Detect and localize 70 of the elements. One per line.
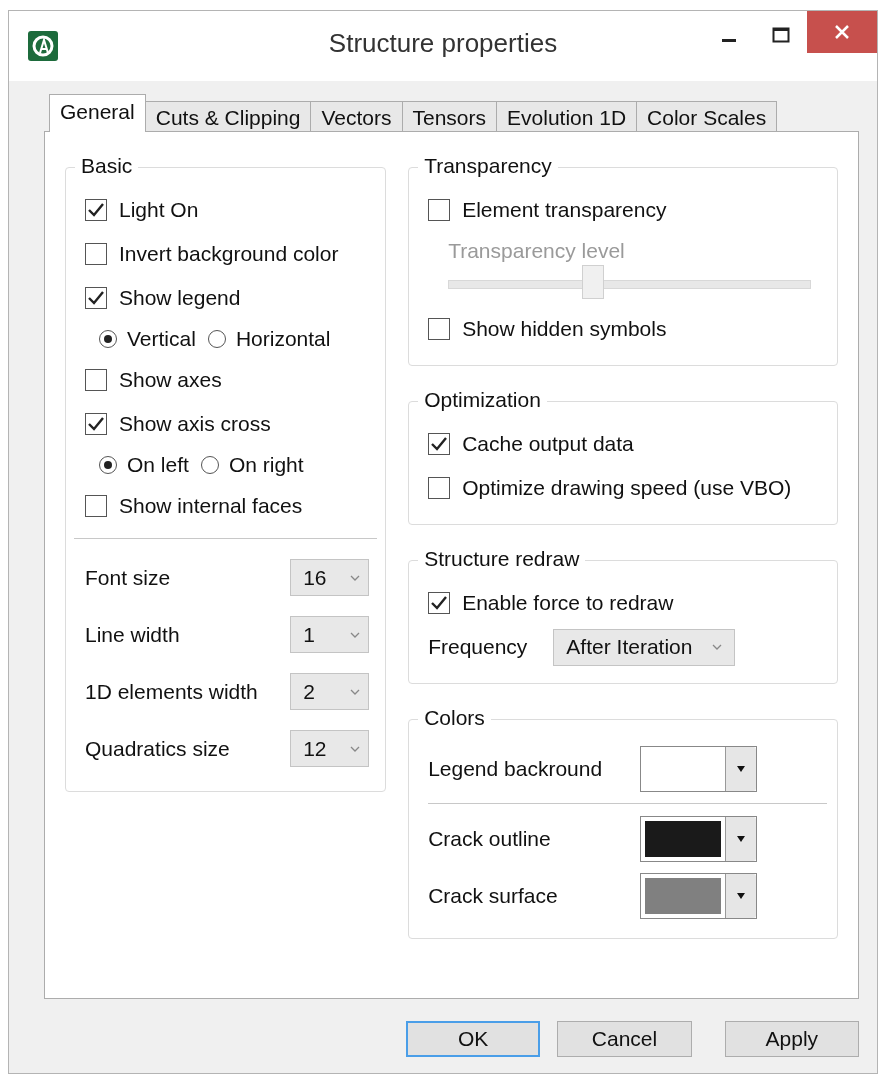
minimize-icon: [722, 38, 736, 42]
checkbox-label[interactable]: Show internal faces: [119, 494, 303, 518]
radio-label[interactable]: On right: [228, 453, 304, 477]
close-button[interactable]: [807, 11, 877, 53]
radio-label[interactable]: On left: [127, 453, 189, 477]
tab[interactable]: Cuts & Clipping: [144, 101, 312, 131]
dialog-button[interactable]: OK: [406, 1021, 541, 1057]
checkbox[interactable]: [428, 199, 451, 221]
slider-label: Transparency level: [448, 238, 626, 264]
caret-icon: [736, 835, 747, 842]
checkbox-label[interactable]: Show axes: [119, 368, 222, 392]
maximize-icon: [772, 27, 790, 43]
dropdown[interactable]: 12: [290, 730, 370, 767]
checkbox[interactable]: [85, 243, 107, 265]
dialog-button[interactable]: Cancel: [557, 1021, 692, 1057]
tab[interactable]: Tensors: [401, 101, 498, 131]
radio-button[interactable]: [207, 330, 226, 348]
tab[interactable]: Vectors: [310, 101, 403, 131]
color-picker[interactable]: [640, 745, 758, 792]
dropdown[interactable]: 1: [290, 616, 370, 653]
close-icon: [834, 24, 850, 40]
caret-icon: [736, 892, 747, 899]
radio-button[interactable]: [200, 456, 219, 474]
radio-label[interactable]: Horizontal: [235, 327, 331, 351]
caret-icon: [350, 631, 361, 638]
checkbox[interactable]: [428, 592, 451, 614]
checkbox[interactable]: [85, 495, 107, 517]
caret-icon: [736, 765, 747, 772]
color-picker[interactable]: [640, 815, 758, 862]
color-picker[interactable]: [640, 872, 758, 919]
checkbox-label[interactable]: Show legend: [119, 286, 241, 310]
tab[interactable]: Evolution 1D: [496, 101, 638, 131]
field-label: Quadratics size: [85, 736, 230, 761]
field-label: Legend backround: [428, 756, 604, 781]
checkbox-label[interactable]: Light On: [119, 198, 199, 222]
checkbox[interactable]: [428, 477, 451, 499]
caret-icon: [350, 688, 361, 695]
radio-button[interactable]: [99, 456, 117, 474]
dropdown[interactable]: 2: [290, 673, 370, 710]
field-label: Crack outline: [428, 826, 552, 851]
field-label: Frequency: [428, 635, 528, 659]
dialog-button[interactable]: Apply: [724, 1021, 859, 1057]
caret-icon: [350, 574, 361, 581]
checkbox[interactable]: [428, 318, 451, 340]
checkbox[interactable]: [85, 413, 107, 435]
checkbox[interactable]: [85, 369, 107, 391]
dropdown[interactable]: 16: [290, 559, 370, 596]
tab[interactable]: Color Scales: [636, 101, 778, 131]
checkbox-label[interactable]: Optimize drawing speed (use VBO): [462, 476, 792, 500]
caret-icon: [712, 644, 723, 650]
app-icon: [28, 31, 58, 61]
window-title: Structure properties: [328, 28, 558, 59]
checkbox-label[interactable]: Element transparency: [462, 198, 667, 222]
checkbox[interactable]: [428, 433, 451, 455]
radio-label[interactable]: Vertical: [127, 327, 196, 351]
field-label: 1D elements width: [85, 679, 258, 704]
dropdown[interactable]: After Iteration: [553, 628, 736, 666]
caret-icon: [350, 745, 361, 752]
checkbox[interactable]: [85, 287, 107, 309]
checkbox-label[interactable]: Show hidden symbols: [462, 317, 667, 341]
tab[interactable]: General: [49, 94, 146, 132]
checkbox-label[interactable]: Invert background color: [119, 242, 339, 266]
field-label: Line width: [85, 622, 180, 647]
radio-button[interactable]: [99, 330, 117, 348]
checkbox-label[interactable]: Show axis cross: [119, 412, 271, 436]
checkbox-label[interactable]: Enable force to redraw: [462, 591, 674, 615]
field-label: Crack surface: [428, 883, 559, 908]
checkbox-label[interactable]: Cache output data: [462, 432, 634, 456]
field-label: Font size: [85, 565, 171, 590]
checkbox[interactable]: [85, 199, 107, 221]
